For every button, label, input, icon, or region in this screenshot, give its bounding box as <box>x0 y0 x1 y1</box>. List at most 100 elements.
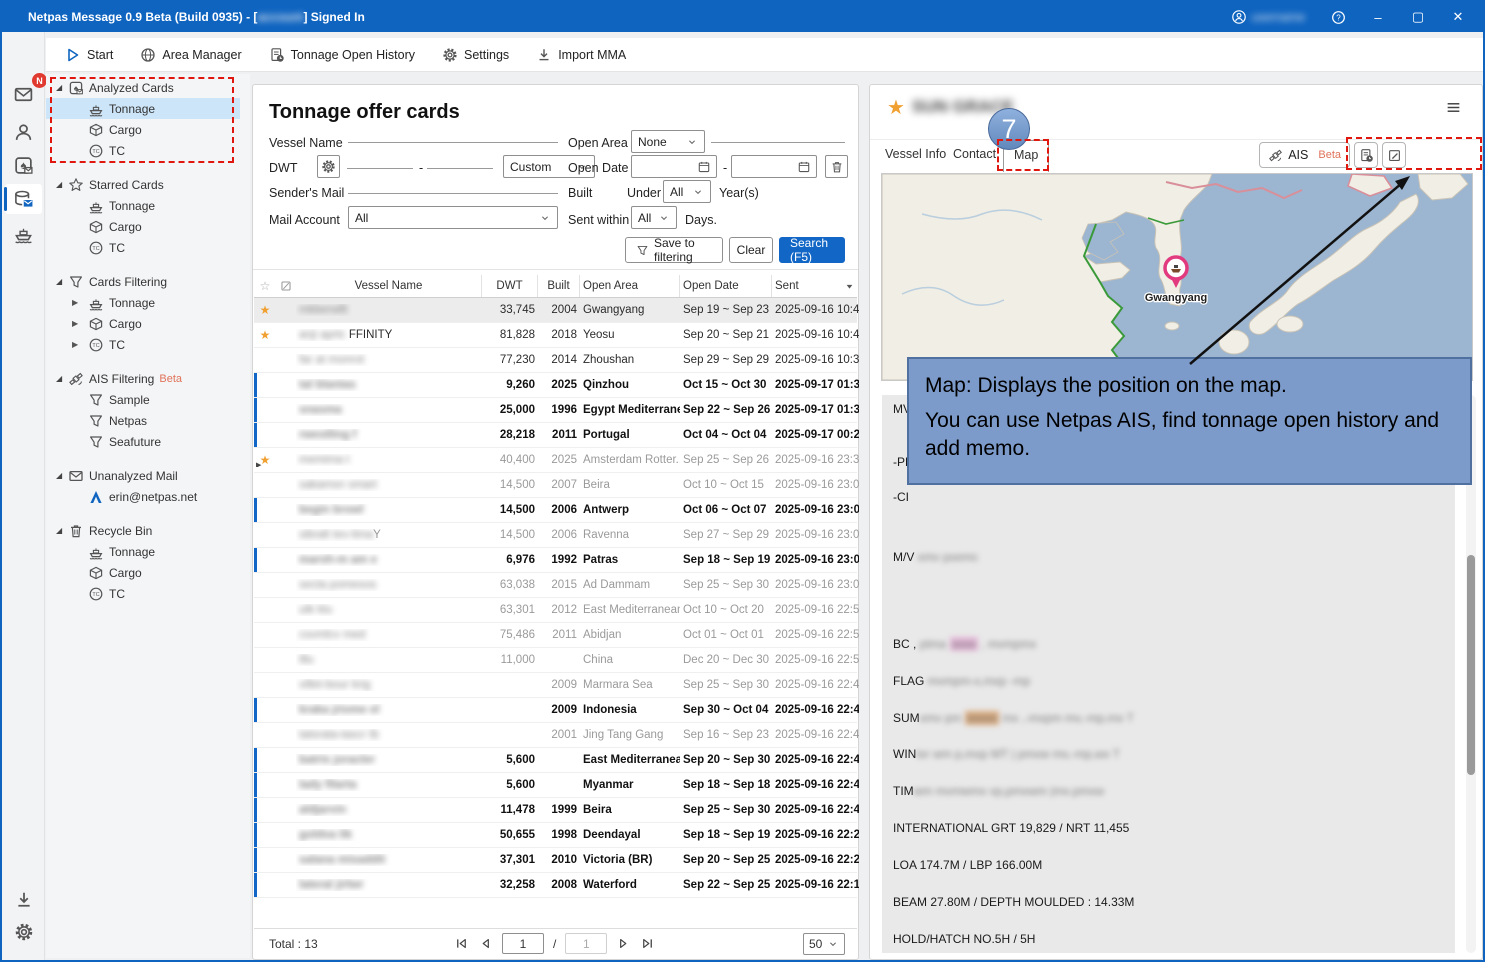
hamburger-menu-icon[interactable] <box>1445 99 1462 116</box>
position-map[interactable]: Gwangyang <box>881 173 1473 381</box>
page-input[interactable]: 1 <box>502 933 544 954</box>
table-row[interactable]: lateral jirlwr32,2582008WaterfordSep 22 … <box>254 873 857 898</box>
table-row[interactable]: ▶csvmlcv med75,4862011AbidjanOct 01 ~ Oc… <box>254 623 857 648</box>
star-icon[interactable]: ★ <box>260 303 271 317</box>
mail-account-select[interactable]: All <box>348 206 558 229</box>
next-page-button[interactable] <box>616 936 631 951</box>
table-row[interactable]: lady filarta5,600MyanmarSep 18 ~ Sep 182… <box>254 773 857 798</box>
collapse-triangle-icon[interactable]: ◢ <box>56 277 66 286</box>
rail-ship-icon[interactable] <box>5 218 42 248</box>
memo-button[interactable] <box>1382 142 1406 168</box>
collapse-triangle-icon[interactable]: ◢ <box>56 471 66 480</box>
table-row[interactable]: sakamsn smart14,5002007BeiraOct 10 ~ Oct… <box>254 473 857 498</box>
tree-item-recycle-bin-tc[interactable]: TCTC <box>46 583 250 604</box>
tree-section-unanalyzed-mail[interactable]: ◢Unanalyzed Mail <box>46 465 250 486</box>
senders-mail-input[interactable] <box>348 176 558 194</box>
prev-page-button[interactable] <box>478 936 493 951</box>
tree-item-unanalyzed-mail-erin-netpas-net[interactable]: erin@netpas.net <box>46 486 250 507</box>
titlebar-user[interactable]: username <box>1221 9 1315 25</box>
table-row[interactable]: villet-bour krig2009Marmara SeaSep 25 ~ … <box>254 673 857 698</box>
rail-gear-icon[interactable] <box>5 917 42 947</box>
table-row[interactable]: ★mkberwllt33,7452004GwangyangSep 19 ~ Se… <box>254 298 857 323</box>
expand-arrow-icon[interactable]: ▶ <box>72 319 78 328</box>
toolbar-item-settings[interactable]: Settings <box>442 47 509 63</box>
rail-person-icon[interactable] <box>5 117 42 147</box>
table-row[interactable]: snasma25,0001996Egypt Mediterrane...Sep … <box>254 398 857 423</box>
table-row[interactable]: ▶tllu11,000ChinaDec 20 ~ Dec 302025-09-1… <box>254 648 857 673</box>
dwt-max-input[interactable] <box>427 151 493 169</box>
page-size-select[interactable]: 50 <box>803 933 845 955</box>
tree-item-analyzed-cards-cargo[interactable]: Cargo <box>46 119 250 140</box>
toolbar-item-import-mma[interactable]: Import MMA <box>536 47 626 63</box>
table-row[interactable]: ▶goldva lik50,6551998DeendayalSep 18 ~ S… <box>254 823 857 848</box>
rail-download-icon[interactable] <box>5 885 42 915</box>
table-row[interactable]: ★anji aprtc FFINITY81,8282018YeosuSep 20… <box>254 323 857 348</box>
vessel-name-input[interactable] <box>348 125 558 143</box>
tree-item-starred-cards-tonnage[interactable]: Tonnage <box>46 195 250 216</box>
open-date-from-input[interactable] <box>631 155 717 178</box>
clear-button[interactable]: Clear <box>729 237 773 263</box>
collapse-triangle-icon[interactable]: ◢ <box>56 526 66 535</box>
search-button[interactable]: Search (F5) <box>779 237 845 263</box>
dwt-settings-button[interactable] <box>317 155 340 178</box>
table-row[interactable]: ▶secta pomesos63,0382015Ad DammamSep 25 … <box>254 573 857 598</box>
tree-item-analyzed-cards-tc[interactable]: TCTC <box>46 140 250 161</box>
toolbar-item-area-manager[interactable]: Area Manager <box>140 47 241 63</box>
tree-item-cards-filtering-tc[interactable]: ▶TCTC <box>46 334 250 355</box>
tree-section-recycle-bin[interactable]: ◢Recycle Bin <box>46 520 250 541</box>
toolbar-item-start[interactable]: Start <box>65 47 113 63</box>
tree-section-analyzed-cards[interactable]: ◢♠Analyzed Cards <box>46 77 250 98</box>
expand-arrow-icon[interactable]: ▶ <box>256 461 261 467</box>
collapse-triangle-icon[interactable]: ◢ <box>56 374 66 383</box>
table-row[interactable]: ▶aldjarvin11,4781999BeiraSep 25 ~ Sep 30… <box>254 798 857 823</box>
save-to-filtering-button[interactable]: Save to filtering <box>625 237 723 263</box>
vessel-star-icon[interactable]: ★ <box>887 95 905 120</box>
tree-item-cards-filtering-cargo[interactable]: ▶Cargo <box>46 313 250 334</box>
tree-section-cards-filtering[interactable]: ◢Cards Filtering <box>46 271 250 292</box>
sent-within-select[interactable]: All <box>631 206 677 229</box>
tree-item-recycle-bin-tonnage[interactable]: Tonnage <box>46 541 250 562</box>
maximize-button[interactable]: ▢ <box>1401 2 1435 32</box>
collapse-triangle-icon[interactable]: ◢ <box>56 83 66 92</box>
open-date-clear-button[interactable] <box>825 155 848 178</box>
star-icon[interactable]: ★ <box>260 328 271 342</box>
tree-item-ais-filtering-sample[interactable]: Sample <box>46 389 250 410</box>
table-row[interactable]: far at monrot77,2302014ZhoushanSep 29 ~ … <box>254 348 857 373</box>
built-select[interactable]: All <box>663 180 711 203</box>
open-area-select[interactable]: None <box>631 130 705 153</box>
table-row[interactable]: sibralt tev-limaY14,5002006RavennaSep 27… <box>254 523 857 548</box>
table-row[interactable]: batris joracler5,600East Mediterranea...… <box>254 748 857 773</box>
table-row[interactable]: begin browl14,5002006AntwerpOct 06 ~ Oct… <box>254 498 857 523</box>
expand-arrow-icon[interactable]: ▶ <box>72 298 78 307</box>
dwt-min-input[interactable] <box>347 151 413 169</box>
tree-item-starred-cards-tc[interactable]: TCTC <box>46 237 250 258</box>
tree-item-ais-filtering-netpas[interactable]: Netpas <box>46 410 250 431</box>
table-row[interactable]: rwestling f28,2182011PortugalOct 04 ~ Oc… <box>254 423 857 448</box>
tree-item-analyzed-cards-tonnage[interactable]: Tonnage <box>46 98 240 119</box>
rail-mail-icon[interactable]: N <box>5 79 42 109</box>
toolbar-item-tonnage-open-history[interactable]: Tonnage Open History <box>269 47 415 63</box>
tonnage-history-button[interactable] <box>1354 142 1378 168</box>
open-date-to-input[interactable] <box>731 155 817 178</box>
collapse-triangle-icon[interactable]: ◢ <box>56 180 66 189</box>
tree-item-cards-filtering-tonnage[interactable]: ▶Tonnage <box>46 292 250 313</box>
rail-database-mail-icon[interactable] <box>5 184 42 214</box>
ais-button[interactable]: AISBeta <box>1259 142 1350 168</box>
tab-contact[interactable]: Contact <box>953 147 996 161</box>
tree-item-ais-filtering-seafuture[interactable]: Seafuture <box>46 431 250 452</box>
minimize-button[interactable]: – <box>1361 2 1395 32</box>
table-header[interactable]: ☆ Vessel Name DWT Built Open Area Open D… <box>254 275 857 298</box>
tree-section-starred-cards[interactable]: ◢Starred Cards <box>46 174 250 195</box>
open-area-input[interactable] <box>711 125 845 143</box>
rail-card-spade-icon[interactable]: ♠ <box>5 150 42 180</box>
table-row[interactable]: ▶salana misaddit37,3012010Victoria (BR)S… <box>254 848 857 873</box>
tree-item-starred-cards-cargo[interactable]: Cargo <box>46 216 250 237</box>
close-button[interactable]: ✕ <box>1441 2 1475 32</box>
table-row[interactable]: ▶★memima t40,4002025Amsterdam Rotter...S… <box>254 448 857 473</box>
table-row[interactable]: tal blantas9,2602025QinzhouOct 15 ~ Oct … <box>254 373 857 398</box>
table-row[interactable]: ▶utk klu63,3012012East Mediterranean...O… <box>254 598 857 623</box>
table-row[interactable]: marsh-m am e6,9761992PatrasSep 18 ~ Sep … <box>254 548 857 573</box>
first-page-button[interactable] <box>454 936 469 951</box>
scrollbar-thumb[interactable] <box>1467 555 1475 775</box>
last-page-button[interactable] <box>640 936 655 951</box>
